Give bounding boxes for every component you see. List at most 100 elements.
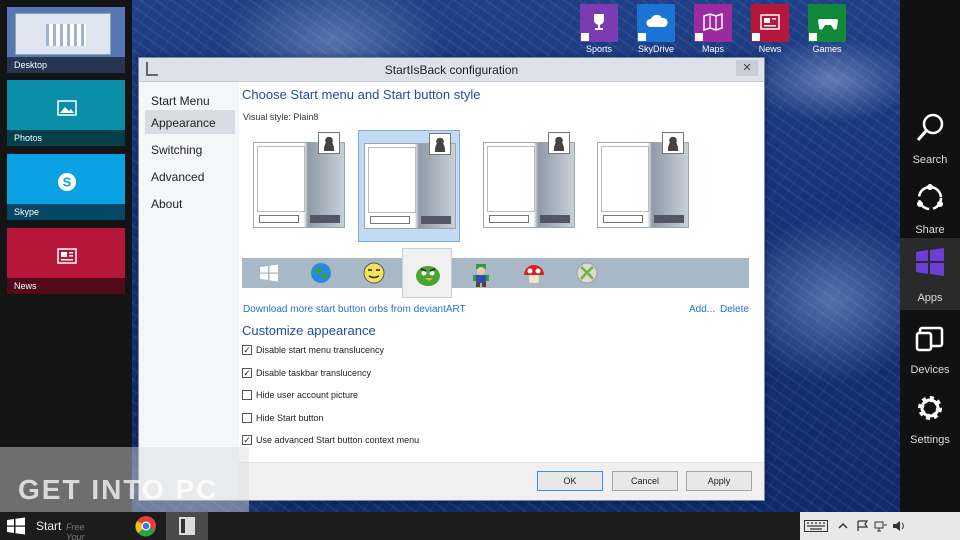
trophy-icon: [594, 14, 604, 30]
tile-maps[interactable]: Maps: [694, 4, 732, 54]
user-avatar-icon: [318, 132, 340, 154]
delete-orb-link[interactable]: Delete: [720, 304, 749, 315]
add-orb-link[interactable]: Add...: [689, 304, 715, 315]
startisback-icon: [179, 517, 195, 535]
tile-skydrive[interactable]: SkyDrive: [637, 4, 675, 54]
photos-icon: [57, 100, 77, 116]
style-option[interactable]: [478, 130, 580, 242]
download-orbs-link[interactable]: Download more start button orbs from dev…: [243, 304, 466, 315]
checkbox[interactable]: ✓: [242, 345, 252, 355]
windows-logo-icon: [7, 517, 25, 535]
charm-share[interactable]: Share: [900, 174, 960, 242]
close-button[interactable]: ✕: [736, 60, 758, 76]
cancel-button[interactable]: Cancel: [612, 471, 678, 491]
switcher-item-skype[interactable]: S Skype: [7, 154, 125, 220]
user-avatar-icon: [429, 133, 451, 155]
tile-sports[interactable]: Sports: [580, 4, 618, 54]
smiley-orb[interactable]: [363, 262, 385, 284]
option-label: Use advanced Start button context menu: [256, 435, 420, 445]
taskbar: Start Free Your Desires: [0, 512, 960, 540]
sidebar-item-appearance[interactable]: Appearance: [145, 110, 235, 134]
orb-strip: [242, 248, 749, 298]
network-icon[interactable]: [874, 520, 888, 532]
gamepad-icon: [818, 19, 838, 30]
keyboard-icon[interactable]: [804, 520, 828, 532]
search-box-preview: [603, 215, 643, 223]
window-title: StartIsBack configuration: [384, 63, 519, 77]
switcher-item-label: Skype: [14, 207, 40, 217]
cloud-icon: [646, 14, 668, 27]
luigi-orb[interactable]: [470, 262, 492, 287]
flag-icon[interactable]: [856, 520, 870, 532]
windows-logo-icon: [916, 248, 944, 276]
checkbox[interactable]: ✓: [242, 435, 252, 445]
share-icon: [917, 184, 943, 211]
tile-games[interactable]: Games: [808, 4, 846, 54]
switcher-item-photos[interactable]: Photos: [7, 80, 125, 146]
devices-icon: [915, 326, 944, 352]
checkbox[interactable]: [242, 412, 252, 423]
tile-label: Maps: [701, 44, 724, 54]
start-menu-preview: [364, 143, 456, 229]
watermark-tagline: Free Your Desires: [66, 522, 85, 540]
tile-label: News: [758, 44, 782, 54]
user-avatar-icon: [548, 132, 570, 154]
switcher-item-news[interactable]: News: [7, 228, 125, 294]
style-option[interactable]: [592, 130, 694, 242]
charm-search[interactable]: Search: [900, 104, 960, 172]
apply-button[interactable]: Apply: [686, 471, 752, 491]
charm-settings[interactable]: Settings: [900, 384, 960, 452]
checkbox[interactable]: ✓: [242, 367, 252, 378]
style-heading: Choose Start menu and Start button style: [242, 87, 481, 102]
sidebar-item-start-menu[interactable]: Start Menu: [145, 88, 235, 112]
charms-bar: Search Share Apps Devices Settings: [900, 0, 960, 512]
tile-label: Games: [812, 44, 842, 54]
style-option[interactable]: [248, 130, 350, 242]
system-tray: [800, 512, 960, 540]
tile-label: Sports: [585, 44, 612, 54]
visual-style-label: Visual style:: [243, 112, 291, 122]
globe-orb[interactable]: [310, 262, 332, 284]
news-icon: [57, 248, 77, 264]
desktop-preview: [15, 13, 111, 55]
skype-icon: S: [58, 173, 76, 191]
tile-news[interactable]: News: [751, 4, 789, 54]
xbox-orb[interactable]: [576, 262, 598, 284]
charm-label: Settings: [910, 434, 950, 446]
user-avatar-icon: [662, 132, 684, 154]
sidebar: Start Menu Appearance Switching Advanced…: [139, 82, 239, 500]
ok-button[interactable]: OK: [537, 471, 603, 491]
sidebar-item-about[interactable]: About: [145, 191, 235, 215]
style-option[interactable]: [358, 130, 460, 242]
mushroom-orb[interactable]: [522, 262, 544, 284]
power-button-preview: [310, 215, 340, 223]
start-button[interactable]: Start Free Your Desires: [6, 515, 96, 540]
start-label: Start: [36, 519, 62, 533]
option-label: Hide Start button: [256, 412, 324, 423]
volume-icon[interactable]: [892, 520, 906, 532]
config-dialog: StartIsBack configuration ✕ Start Menu A…: [138, 57, 765, 501]
taskbar-startisback[interactable]: [166, 512, 208, 540]
sidebar-item-switching[interactable]: Switching: [145, 137, 235, 161]
charm-devices[interactable]: Devices: [900, 314, 960, 382]
tile-label: SkyDrive: [637, 44, 674, 54]
charm-apps[interactable]: Apps: [900, 238, 960, 310]
start-menu-preview: [253, 142, 345, 228]
svg-text:S: S: [63, 175, 72, 190]
sidebar-item-advanced[interactable]: Advanced: [145, 164, 235, 188]
power-button-preview: [654, 215, 684, 223]
app-switcher: Desktop Photos S Skype News: [0, 0, 132, 512]
chevron-up-icon[interactable]: [836, 520, 850, 532]
checkbox[interactable]: [242, 390, 252, 400]
charm-label: Devices: [910, 364, 950, 376]
start-menu-preview: [597, 142, 689, 228]
chrome-icon: [135, 516, 156, 537]
windows-logo-orb[interactable]: [258, 262, 280, 284]
green-bird-orb[interactable]: [402, 248, 452, 298]
charm-label: Apps: [917, 292, 943, 304]
taskbar-chrome[interactable]: [134, 514, 162, 538]
main-content: Choose Start menu and Start button style…: [242, 82, 764, 462]
option-label: Disable start menu translucency: [256, 345, 385, 355]
switcher-item-desktop[interactable]: Desktop: [7, 7, 125, 73]
title-bar[interactable]: StartIsBack configuration ✕: [139, 58, 764, 82]
